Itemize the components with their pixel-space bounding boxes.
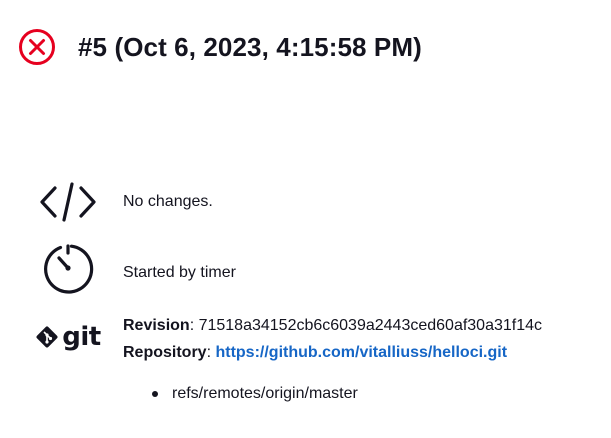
build-header: #5 (Oct 6, 2023, 4:15:58 PM): [18, 28, 422, 66]
branch-name: refs/remotes/origin/master: [172, 385, 358, 402]
failed-status-icon: [19, 29, 55, 65]
bullet: [152, 391, 158, 397]
changes-row: No changes.: [38, 178, 213, 226]
page-title: #5 (Oct 6, 2023, 4:15:58 PM): [78, 31, 422, 62]
revision-label: Revision: [123, 317, 190, 334]
git-details: Revision: 71518a34152cb6c6039a2443ced60a…: [123, 312, 542, 366]
revision-value: 71518a34152cb6c6039a2443ced60af30a31f14c: [198, 317, 543, 334]
git-logo-text: git: [62, 322, 101, 352]
timer-icon: [38, 244, 98, 294]
repository-label: Repository: [123, 344, 207, 361]
trigger-text: Started by timer: [123, 264, 236, 281]
git-logo-icon: git: [36, 312, 101, 362]
changes-text: No changes.: [123, 193, 213, 210]
revision-line: Revision: 71518a34152cb6c6039a2443ced60a…: [123, 317, 543, 334]
branch-list: refs/remotes/origin/master: [152, 382, 358, 406]
branch-item: refs/remotes/origin/master: [152, 382, 358, 406]
repository-link[interactable]: https://github.com/vitalliuss/helloci.gi…: [215, 344, 507, 361]
repository-line: Repository: https://github.com/vitallius…: [123, 344, 508, 361]
trigger-row: Started by timer: [38, 244, 236, 294]
git-row: git Revision: 71518a34152cb6c6039a2443ce…: [36, 312, 542, 366]
code-brackets-icon: [38, 178, 98, 226]
git-diamond-icon: [36, 326, 58, 348]
